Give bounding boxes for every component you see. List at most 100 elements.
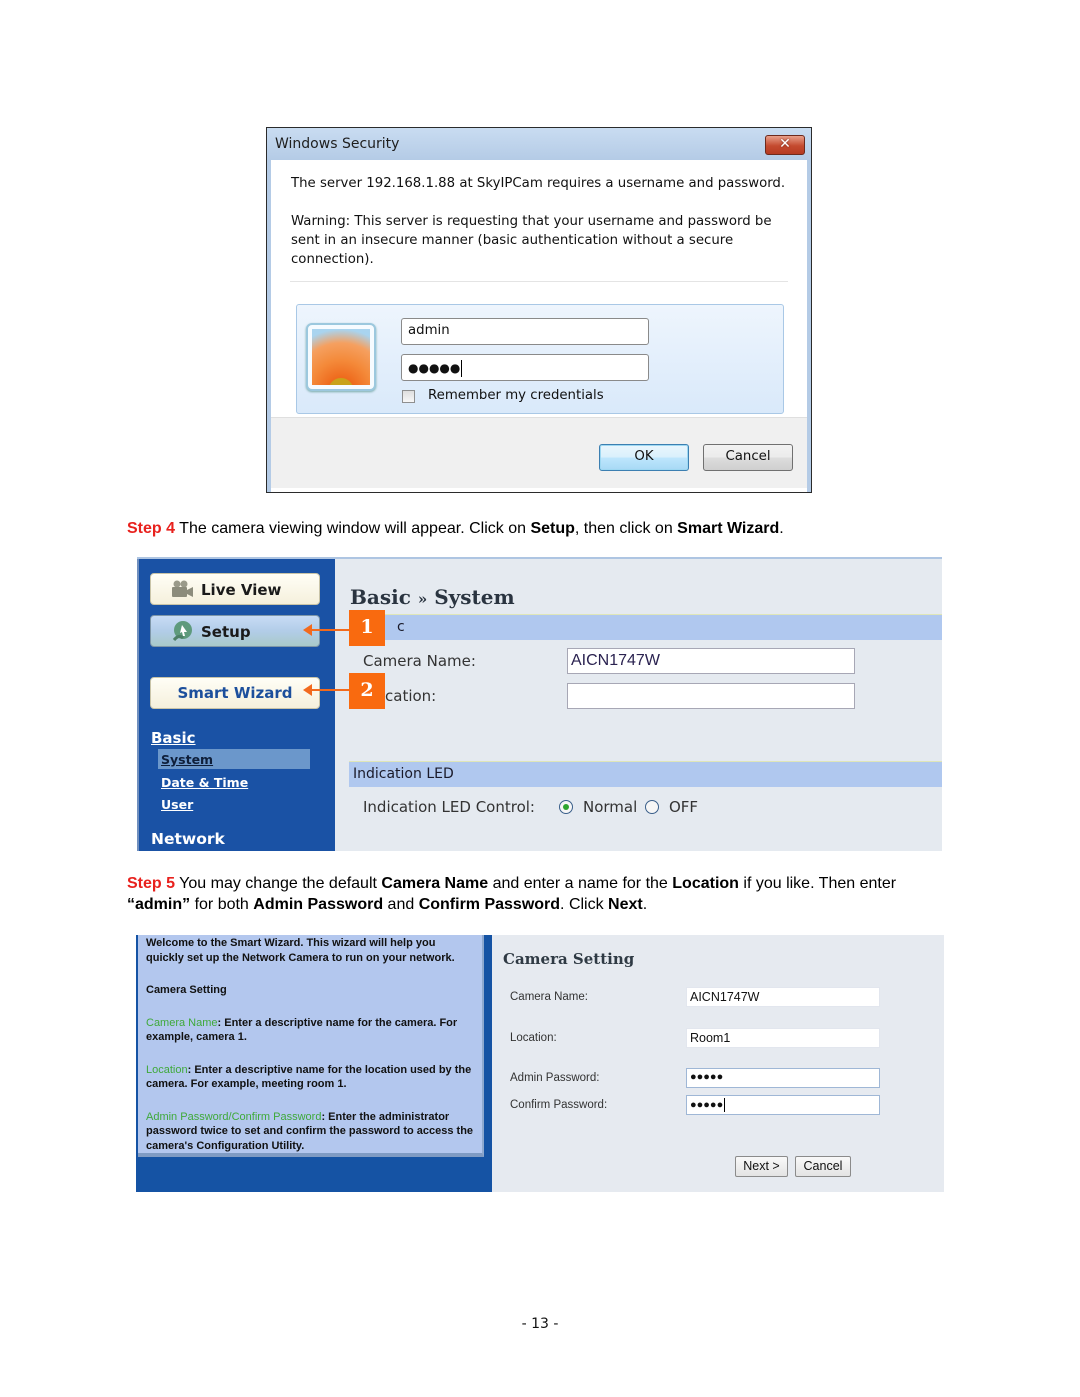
warning-line: sent in an insecure manner (basic authen… (291, 233, 734, 248)
text: if you like. Then enter (738, 875, 897, 892)
page-number: - 13 - (521, 1316, 559, 1332)
camera-name-label: Camera Name: (363, 652, 476, 670)
location-input[interactable] (567, 683, 855, 709)
warning-line: connection). (291, 252, 374, 267)
camera-name-label: Camera Name: (510, 991, 588, 1003)
smart-wizard-label: Smart Wizard (177, 684, 293, 702)
callout-arrow-1 (303, 624, 350, 636)
step-4-instruction: Step 4 The camera viewing window will ap… (127, 518, 784, 539)
sidebar-section-network[interactable]: Network (151, 830, 225, 848)
radio-off-label[interactable]: OFF (669, 798, 698, 816)
camera-name-value: AICN1747W (571, 652, 660, 669)
smart-wizard-button[interactable]: Smart Wizard (150, 677, 320, 709)
text: The camera viewing window will appear. C… (175, 520, 531, 537)
live-view-button[interactable]: Live View (150, 573, 320, 605)
remember-credentials-checkbox[interactable] (402, 390, 415, 403)
sidebar-section-basic[interactable]: Basic (151, 729, 196, 747)
confirm-password-input[interactable]: ●●●●● (686, 1095, 880, 1115)
wizard-help-pane: Welcome to the Smart Wizard. This wizard… (136, 935, 492, 1192)
camera-name-input[interactable]: AICN1747W (567, 648, 855, 674)
windows-security-dialog: Windows Security ✕ The server 192.168.1.… (266, 127, 812, 493)
emphasis: “admin” (127, 896, 191, 913)
step-label: Step 4 (127, 520, 176, 537)
dialog-title: Windows Security (275, 136, 400, 152)
user-tile (306, 323, 376, 391)
emphasis: Setup (530, 520, 575, 537)
credential-panel: admin ●●●●● Remember my credentials (296, 304, 784, 414)
breadcrumb-separator: » (417, 590, 428, 608)
wizard-help-text: Welcome to the Smart Wizard. This wizard… (138, 935, 484, 1157)
title-section: Basic (350, 585, 411, 609)
video-camera-icon (172, 580, 193, 597)
step-5-instruction: Step 5 You may change the default Camera… (127, 873, 957, 915)
radio-off[interactable] (645, 800, 659, 814)
username-input[interactable]: admin (401, 318, 649, 345)
remember-credentials-label[interactable]: Remember my credentials (428, 388, 604, 403)
setup-button[interactable]: Setup (150, 615, 320, 647)
close-icon: ✕ (779, 136, 791, 152)
page-title: Basic » System (350, 585, 515, 609)
warning-line: Warning: This server is requesting that … (291, 214, 772, 229)
callout-2: 2 (349, 673, 385, 709)
confirm-password-mask: ●●●●● (690, 1098, 724, 1111)
radio-normal-label[interactable]: Normal (583, 798, 637, 816)
live-view-label: Live View (201, 581, 282, 599)
flower-user-icon (312, 329, 370, 385)
section-header: c (349, 614, 942, 640)
admin-password-input[interactable]: ●●●●● (686, 1068, 880, 1088)
help-term: Admin Password/Confirm Password (146, 1110, 322, 1123)
username-value: admin (408, 323, 450, 338)
divider (290, 281, 788, 282)
section-header-indication-led: Indication LED (349, 761, 942, 787)
password-input[interactable]: ●●●●● (401, 354, 649, 381)
text-caret (461, 360, 463, 377)
radio-normal[interactable] (559, 800, 573, 814)
sidebar-item-user[interactable]: User (161, 797, 193, 812)
text: for both (190, 896, 254, 913)
section-header-text: Indication LED (353, 766, 454, 782)
admin-password-label: Admin Password: (510, 1072, 600, 1084)
location-input[interactable]: Room1 (686, 1028, 880, 1048)
text: . (779, 520, 784, 537)
cancel-button[interactable]: Cancel (795, 1156, 851, 1177)
confirm-password-label: Confirm Password: (510, 1099, 608, 1111)
text: . (642, 896, 648, 913)
text: and (383, 896, 419, 913)
led-control-label: Indication LED Control: (363, 798, 535, 816)
help-item: Camera Name: Enter a descriptive name fo… (146, 1016, 474, 1045)
text-caret (724, 1098, 726, 1112)
admin-password-mask: ●●●●● (690, 1071, 724, 1083)
callout-arrow-2 (303, 684, 350, 696)
location-label: cation: (385, 687, 437, 705)
next-button[interactable]: Next > (735, 1156, 788, 1177)
help-item: Location: Enter a descriptive name for t… (146, 1063, 474, 1092)
cancel-button[interactable]: Cancel (703, 444, 793, 471)
callout-1: 1 (349, 610, 385, 646)
text: , then click on (574, 520, 678, 537)
ok-button[interactable]: OK (599, 444, 689, 471)
camera-setup-screenshot: Live View Setup Smart Wizard Basic Syste… (137, 557, 942, 851)
location-label: Location: (510, 1032, 557, 1044)
emphasis: Camera Name (381, 875, 489, 892)
camera-name-input[interactable]: AICN1747W (686, 987, 880, 1007)
location-value: Room1 (690, 1031, 731, 1045)
text: and enter a name for the (488, 875, 673, 892)
sidebar-item-system[interactable]: System (161, 752, 213, 767)
password-mask: ●●●●● (408, 361, 461, 375)
wizard-title: Camera Setting (503, 950, 635, 968)
help-term: Location (146, 1063, 188, 1076)
camera-name-value: AICN1747W (690, 990, 760, 1004)
sidebar-item-date-time[interactable]: Date & Time (161, 775, 248, 790)
help-term: Camera Name (146, 1016, 218, 1029)
dialog-footer: OK Cancel (271, 417, 807, 488)
title-page: System (434, 585, 515, 609)
emphasis: Location (672, 875, 739, 892)
emphasis: Smart Wizard (677, 520, 780, 537)
sidebar: Live View Setup Smart Wizard Basic Syste… (137, 559, 335, 851)
close-button[interactable]: ✕ (765, 135, 805, 155)
text: You may change the default (175, 875, 382, 892)
help-desc: : Enter a descriptive name for the locat… (146, 1063, 472, 1091)
dialog-titlebar: Windows Security ✕ (267, 128, 811, 160)
setup-label: Setup (201, 623, 251, 641)
wizard-section-label: Camera Setting (146, 984, 227, 996)
